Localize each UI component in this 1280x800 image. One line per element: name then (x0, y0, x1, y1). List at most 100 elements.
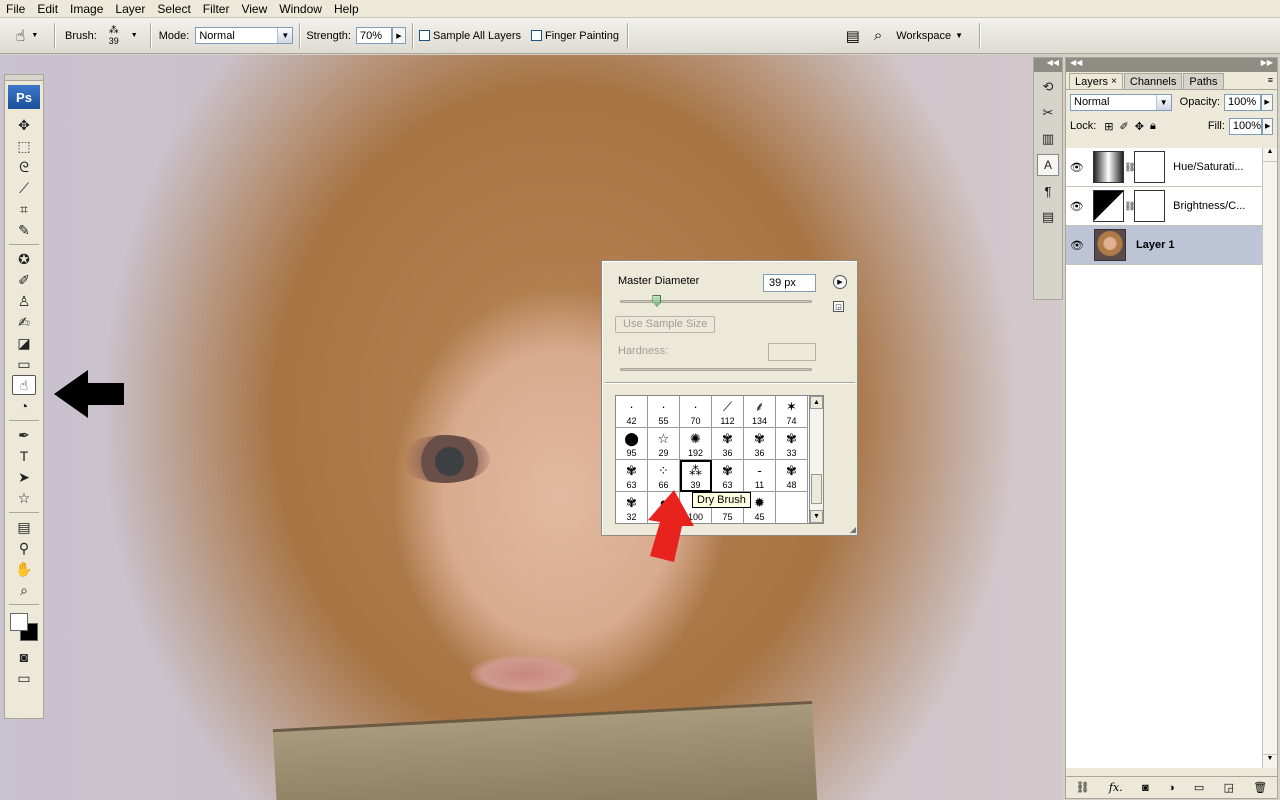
menu-edit[interactable]: Edit (31, 0, 64, 18)
visibility-eye-icon[interactable]: 👁︎ (1066, 239, 1088, 252)
clone-stamp-tool-icon[interactable]: ♙ (12, 291, 36, 311)
palette-well-icon[interactable]: ▤ (846, 27, 860, 45)
menu-help[interactable]: Help (328, 0, 365, 18)
use-sample-size-button[interactable]: Use Sample Size (615, 316, 716, 333)
visibility-eye-icon[interactable]: 👁︎ (1066, 161, 1087, 174)
delete-layer-icon[interactable]: 🗑︎ (1253, 781, 1267, 794)
mask-link-icon[interactable]: ⛓ (1124, 201, 1135, 212)
visibility-eye-icon[interactable]: 👁︎ (1066, 200, 1087, 213)
brush-preset[interactable]: ✾ 48 (776, 460, 808, 492)
scroll-up-icon[interactable]: ▲ (810, 396, 823, 409)
paragraph-icon[interactable]: ¶ (1037, 180, 1059, 202)
brush-preset[interactable]: · 55 (648, 396, 680, 428)
history-brush-tool-icon[interactable]: ✍ (12, 312, 36, 332)
menu-view[interactable]: View (235, 0, 273, 18)
master-diameter-slider-thumb[interactable] (652, 295, 662, 307)
hardness-slider-track[interactable] (620, 368, 812, 371)
master-diameter-input[interactable]: 39 px (763, 274, 816, 292)
brush-preset[interactable]: - 11 (744, 460, 776, 492)
history-icon[interactable]: ⟲ (1037, 76, 1059, 98)
lock-all-icon[interactable]: 🔒︎ (1150, 120, 1156, 133)
master-diameter-slider-track[interactable] (620, 300, 812, 303)
tool-preset-picker[interactable]: ☝ ▼ (6, 22, 48, 50)
pen-tool-icon[interactable]: ✒ (12, 425, 36, 445)
eraser-tool-icon[interactable]: ◪ (12, 333, 36, 353)
fill-field[interactable]: 100% (1228, 117, 1263, 135)
brush-preset[interactable]: ✾ 63 (712, 460, 744, 492)
brush-preset[interactable]: ✺ 192 (680, 428, 712, 460)
finger-painting-checkbox[interactable]: Finger Painting (531, 30, 619, 42)
toolbox-grip[interactable] (5, 75, 43, 81)
new-preset-icon[interactable]: ◲ (833, 301, 844, 312)
type-tool-icon[interactable]: T (12, 446, 36, 466)
brush-preset[interactable]: · 70 (680, 396, 712, 428)
brush-preset[interactable]: · 42 (616, 396, 648, 428)
scroll-down-icon[interactable]: ▼ (810, 510, 823, 523)
bridge-icon[interactable]: ⌕ (874, 27, 882, 44)
workspace-menu[interactable]: Workspace ▼ (896, 30, 963, 42)
color-swatches[interactable] (8, 611, 40, 643)
opacity-field[interactable]: 100% (1224, 93, 1262, 111)
lock-position-icon[interactable]: ✥ (1135, 120, 1144, 133)
opacity-slider-button[interactable]: ▶ (1261, 93, 1273, 111)
crop-tool-icon[interactable]: ⌗ (12, 199, 36, 219)
brush-preset[interactable]: ⁘ 66 (648, 460, 680, 492)
brush-preset[interactable]: ✾ 36 (744, 428, 776, 460)
menu-file[interactable]: File (0, 0, 31, 18)
lock-transparency-icon[interactable]: ⊞ (1104, 120, 1113, 133)
scroll-up-icon[interactable]: ▲ (1263, 148, 1277, 162)
magic-wand-tool-icon[interactable]: ⟋ (12, 178, 36, 198)
layers-scrollbar[interactable]: ▲ ▼ (1262, 148, 1277, 768)
character-icon[interactable]: A (1037, 154, 1059, 176)
add-mask-icon[interactable]: ◙ (1142, 782, 1149, 794)
brush-preset[interactable]: ⁂ 39 (680, 460, 712, 492)
slice-tool-icon[interactable]: ✎ (12, 220, 36, 240)
tool-presets-icon[interactable]: ✂ (1037, 102, 1059, 124)
strength-field[interactable]: 70% (355, 27, 392, 44)
panel-expand-icon[interactable]: ▶▶ (1261, 58, 1273, 72)
healing-brush-tool-icon[interactable]: ✪ (12, 249, 36, 269)
mode-select[interactable]: Normal ▼ (195, 27, 294, 44)
menu-layer[interactable]: Layer (109, 0, 151, 18)
smudge-tool-icon[interactable]: ☝ (12, 375, 36, 395)
brush-preset[interactable]: ⸙ 134 (744, 396, 776, 428)
hardness-input[interactable] (768, 343, 816, 361)
dodge-tool-icon[interactable]: ◔ (12, 396, 36, 416)
brush-preset[interactable]: ☆ 29 (648, 428, 680, 460)
brush-tool-icon[interactable]: ✐ (12, 270, 36, 290)
panel-collapse-icon[interactable]: ◀◀ (1070, 58, 1082, 72)
tab-channels[interactable]: Channels (1123, 73, 1183, 89)
document-canvas[interactable] (0, 55, 1062, 800)
quick-mask-icon[interactable]: ◙ (12, 647, 36, 667)
tab-layers[interactable]: Layers × (1069, 73, 1123, 89)
brush-preset[interactable]: ✾ 36 (712, 428, 744, 460)
blend-mode-select[interactable]: Normal ▼ (1070, 93, 1172, 111)
brush-preset[interactable]: ✶ 74 (776, 396, 808, 428)
brush-preset[interactable]: ⟋ 112 (712, 396, 744, 428)
layer-mask-thumbnail[interactable] (1134, 190, 1166, 222)
close-icon[interactable]: × (1111, 76, 1117, 87)
brush-grid-scrollbar[interactable]: ▲ ▼ (810, 395, 824, 524)
marquee-tool-icon[interactable]: ⬚ (12, 136, 36, 156)
layer-row[interactable]: 👁︎ Layer 1 (1066, 226, 1262, 265)
layer-comps-icon[interactable]: ▥ (1037, 128, 1059, 150)
brush-preset[interactable]: ✾ 63 (616, 460, 648, 492)
resize-grip-icon[interactable]: ◢ (850, 525, 856, 534)
menu-window[interactable]: Window (273, 0, 328, 18)
lock-pixels-icon[interactable]: ✐ (1120, 120, 1129, 133)
fill-slider-button[interactable]: ▶ (1262, 117, 1273, 135)
brush-picker[interactable]: ⁂ 39 ▼ (103, 25, 138, 46)
screen-mode-icon[interactable]: ▭ (12, 668, 36, 688)
notes-tool-icon[interactable]: ▤ (12, 517, 36, 537)
adjustment-layer-icon[interactable]: ◑ (1168, 782, 1175, 794)
lasso-tool-icon[interactable]: ᘓ (12, 157, 36, 177)
brush-preset[interactable] (776, 492, 808, 523)
mask-link-icon[interactable]: ⛓ (1124, 162, 1135, 173)
move-tool-icon[interactable]: ✥ (12, 115, 36, 135)
tab-paths[interactable]: Paths (1183, 73, 1224, 89)
sample-all-layers-checkbox[interactable]: Sample All Layers (418, 30, 521, 42)
layer-row[interactable]: 👁︎ ⛓ Brightness/C... (1066, 187, 1262, 226)
menu-filter[interactable]: Filter (197, 0, 236, 18)
layer-mask-thumbnail[interactable] (1134, 151, 1166, 183)
foreground-color-swatch[interactable] (10, 613, 28, 631)
